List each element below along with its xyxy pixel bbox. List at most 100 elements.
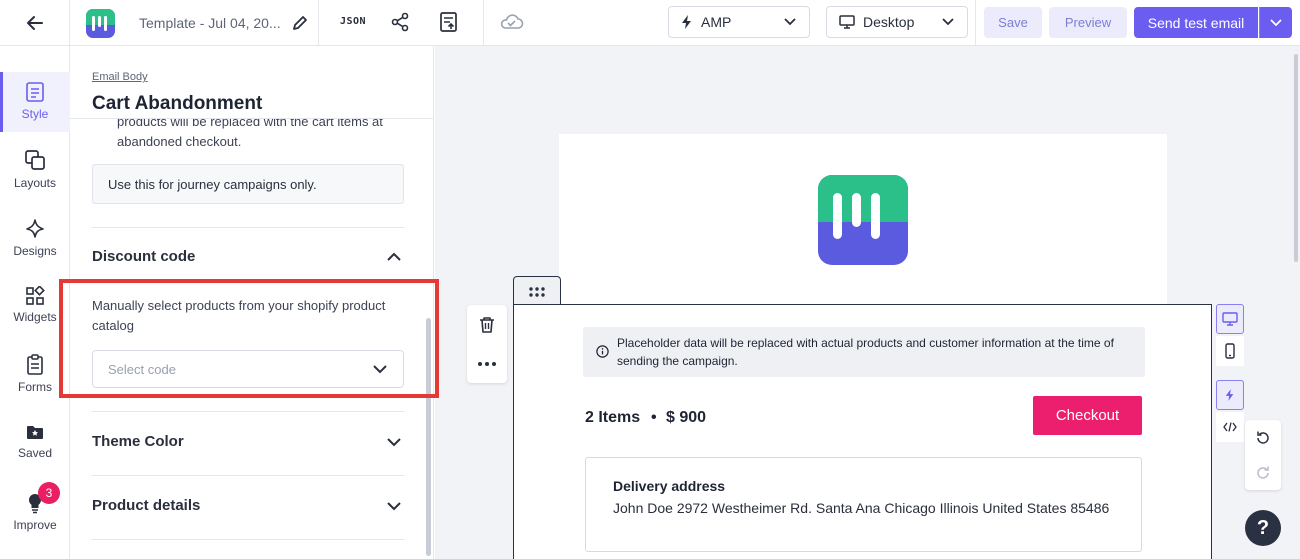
toolbar-divider bbox=[318, 0, 319, 46]
back-button[interactable] bbox=[0, 0, 70, 46]
theme-color-section-header[interactable]: Theme Color bbox=[92, 433, 404, 450]
info-text: Placeholder data will be replaced with a… bbox=[617, 336, 1114, 368]
discount-code-description: Manually select products from your shopi… bbox=[92, 298, 386, 333]
rail-item-label: Designs bbox=[13, 244, 57, 258]
section-title: Discount code bbox=[92, 248, 196, 265]
forms-icon bbox=[27, 354, 43, 375]
chevron-down-icon bbox=[1270, 18, 1282, 26]
app-logo bbox=[86, 9, 115, 38]
rail-item-style[interactable]: Style bbox=[0, 72, 70, 132]
rail-item-layouts[interactable]: Layouts bbox=[0, 148, 70, 190]
amp-dropdown[interactable]: AMP bbox=[668, 6, 810, 38]
rail-item-designs[interactable]: Designs bbox=[0, 218, 70, 258]
help-button[interactable]: ? bbox=[1245, 510, 1281, 546]
block-drag-handle[interactable] bbox=[513, 276, 561, 306]
send-test-email-button[interactable]: Send test email bbox=[1134, 7, 1258, 38]
desktop-view-button[interactable] bbox=[1216, 304, 1244, 334]
code-icon bbox=[1223, 422, 1237, 432]
template-name[interactable]: Template - Jul 04, 20... bbox=[139, 15, 281, 31]
product-details-section-header[interactable]: Product details bbox=[92, 497, 404, 514]
separator-dot: • bbox=[651, 409, 657, 426]
device-dropdown[interactable]: Desktop bbox=[826, 6, 968, 38]
delete-block-button[interactable] bbox=[467, 305, 507, 344]
info-icon bbox=[596, 345, 609, 358]
rail-item-saved[interactable]: Saved bbox=[0, 422, 70, 460]
brand-logo bbox=[818, 175, 908, 265]
lightning-icon bbox=[1225, 389, 1234, 401]
style-icon bbox=[26, 82, 44, 102]
send-options-button[interactable] bbox=[1259, 7, 1292, 38]
share-icon[interactable] bbox=[390, 12, 410, 32]
checkout-button[interactable]: Checkout bbox=[1033, 396, 1142, 435]
undo-button[interactable] bbox=[1245, 420, 1281, 455]
toolbar-divider bbox=[975, 0, 976, 46]
total-price: $ 900 bbox=[666, 409, 707, 426]
items-count: 2 Items bbox=[585, 409, 641, 426]
block-toolbar bbox=[467, 305, 507, 383]
cloud-icon bbox=[500, 14, 524, 29]
undo-icon bbox=[1257, 431, 1269, 444]
rail-item-improve[interactable]: 3 Improve bbox=[0, 482, 70, 532]
rail-item-forms[interactable]: Forms bbox=[0, 354, 70, 394]
rail-item-label: Style bbox=[21, 107, 49, 121]
mobile-icon bbox=[1225, 343, 1235, 359]
monitor-icon bbox=[1222, 312, 1238, 326]
rail-item-label: Widgets bbox=[13, 310, 57, 324]
placeholder-info-banner: Placeholder data will be replaced with a… bbox=[583, 327, 1145, 377]
settings-panel: Email Body Cart Abandonment products wil… bbox=[70, 46, 434, 559]
chevron-down-icon bbox=[373, 365, 387, 374]
drag-dots-icon bbox=[529, 286, 545, 297]
discount-code-section-header[interactable]: Discount code bbox=[92, 248, 404, 265]
chevron-down-icon bbox=[942, 18, 954, 26]
rail-item-label: Layouts bbox=[13, 176, 57, 190]
rail-item-label: Forms bbox=[18, 380, 52, 394]
save-button[interactable]: Save bbox=[984, 7, 1042, 38]
address-text: John Doe 2972 Westheimer Rd. Santa Ana C… bbox=[613, 500, 1110, 516]
chevron-down-icon bbox=[387, 501, 401, 510]
canvas-scrollbar[interactable] bbox=[1294, 54, 1298, 262]
panel-header: Email Body Cart Abandonment bbox=[70, 46, 433, 119]
trash-icon bbox=[480, 316, 494, 333]
address-title: Delivery address bbox=[613, 478, 726, 494]
chevron-down-icon bbox=[784, 18, 796, 26]
breadcrumb[interactable]: Email Body bbox=[92, 71, 148, 83]
html-view-button[interactable] bbox=[1216, 412, 1244, 442]
cart-abandonment-block[interactable]: Placeholder data will be replaced with a… bbox=[513, 304, 1212, 559]
section-title: Product details bbox=[92, 497, 201, 514]
section-title: Theme Color bbox=[92, 433, 184, 450]
amp-dropdown-label: AMP bbox=[701, 14, 732, 30]
amp-view-button[interactable] bbox=[1216, 380, 1244, 410]
discount-code-select[interactable]: Select code bbox=[92, 350, 404, 388]
redo-icon bbox=[1257, 466, 1269, 479]
section-divider bbox=[92, 411, 404, 412]
select-placeholder: Select code bbox=[108, 361, 176, 377]
rail-item-label: Saved bbox=[17, 446, 53, 460]
pencil-icon[interactable] bbox=[290, 13, 310, 33]
more-dots-icon bbox=[478, 361, 496, 366]
preview-button[interactable]: Preview bbox=[1049, 7, 1127, 38]
email-canvas: Placeholder data will be replaced with a… bbox=[435, 46, 1300, 559]
saved-folder-icon bbox=[27, 426, 43, 439]
journey-note: Use this for journey campaigns only. bbox=[92, 164, 404, 204]
section-divider bbox=[92, 227, 404, 228]
delivery-address-card: Delivery address John Doe 2972 Westheime… bbox=[585, 457, 1142, 552]
widgets-icon bbox=[26, 286, 45, 305]
toolbar-divider bbox=[483, 0, 484, 46]
device-dropdown-label: Desktop bbox=[863, 14, 915, 30]
more-options-button[interactable] bbox=[467, 344, 507, 383]
improve-badge: 3 bbox=[38, 482, 60, 504]
panel-scrollbar[interactable] bbox=[426, 318, 431, 556]
mobile-view-button[interactable] bbox=[1216, 336, 1244, 366]
sparkle-icon bbox=[26, 219, 44, 238]
rail-item-widgets[interactable]: Widgets bbox=[0, 286, 70, 324]
arrow-left-icon bbox=[26, 16, 43, 30]
monitor-icon bbox=[839, 15, 855, 29]
left-rail: Style Layouts Designs Widgets Forms Save… bbox=[0, 46, 70, 559]
top-bar: Template - Jul 04, 20... JSON AMP Deskto… bbox=[0, 0, 1300, 46]
document-export-icon[interactable] bbox=[439, 11, 459, 33]
redo-button[interactable] bbox=[1245, 455, 1281, 490]
lightning-icon bbox=[682, 15, 691, 29]
preview-side-tools bbox=[1216, 304, 1244, 442]
json-button[interactable]: JSON bbox=[340, 16, 366, 27]
section-divider bbox=[92, 475, 404, 476]
